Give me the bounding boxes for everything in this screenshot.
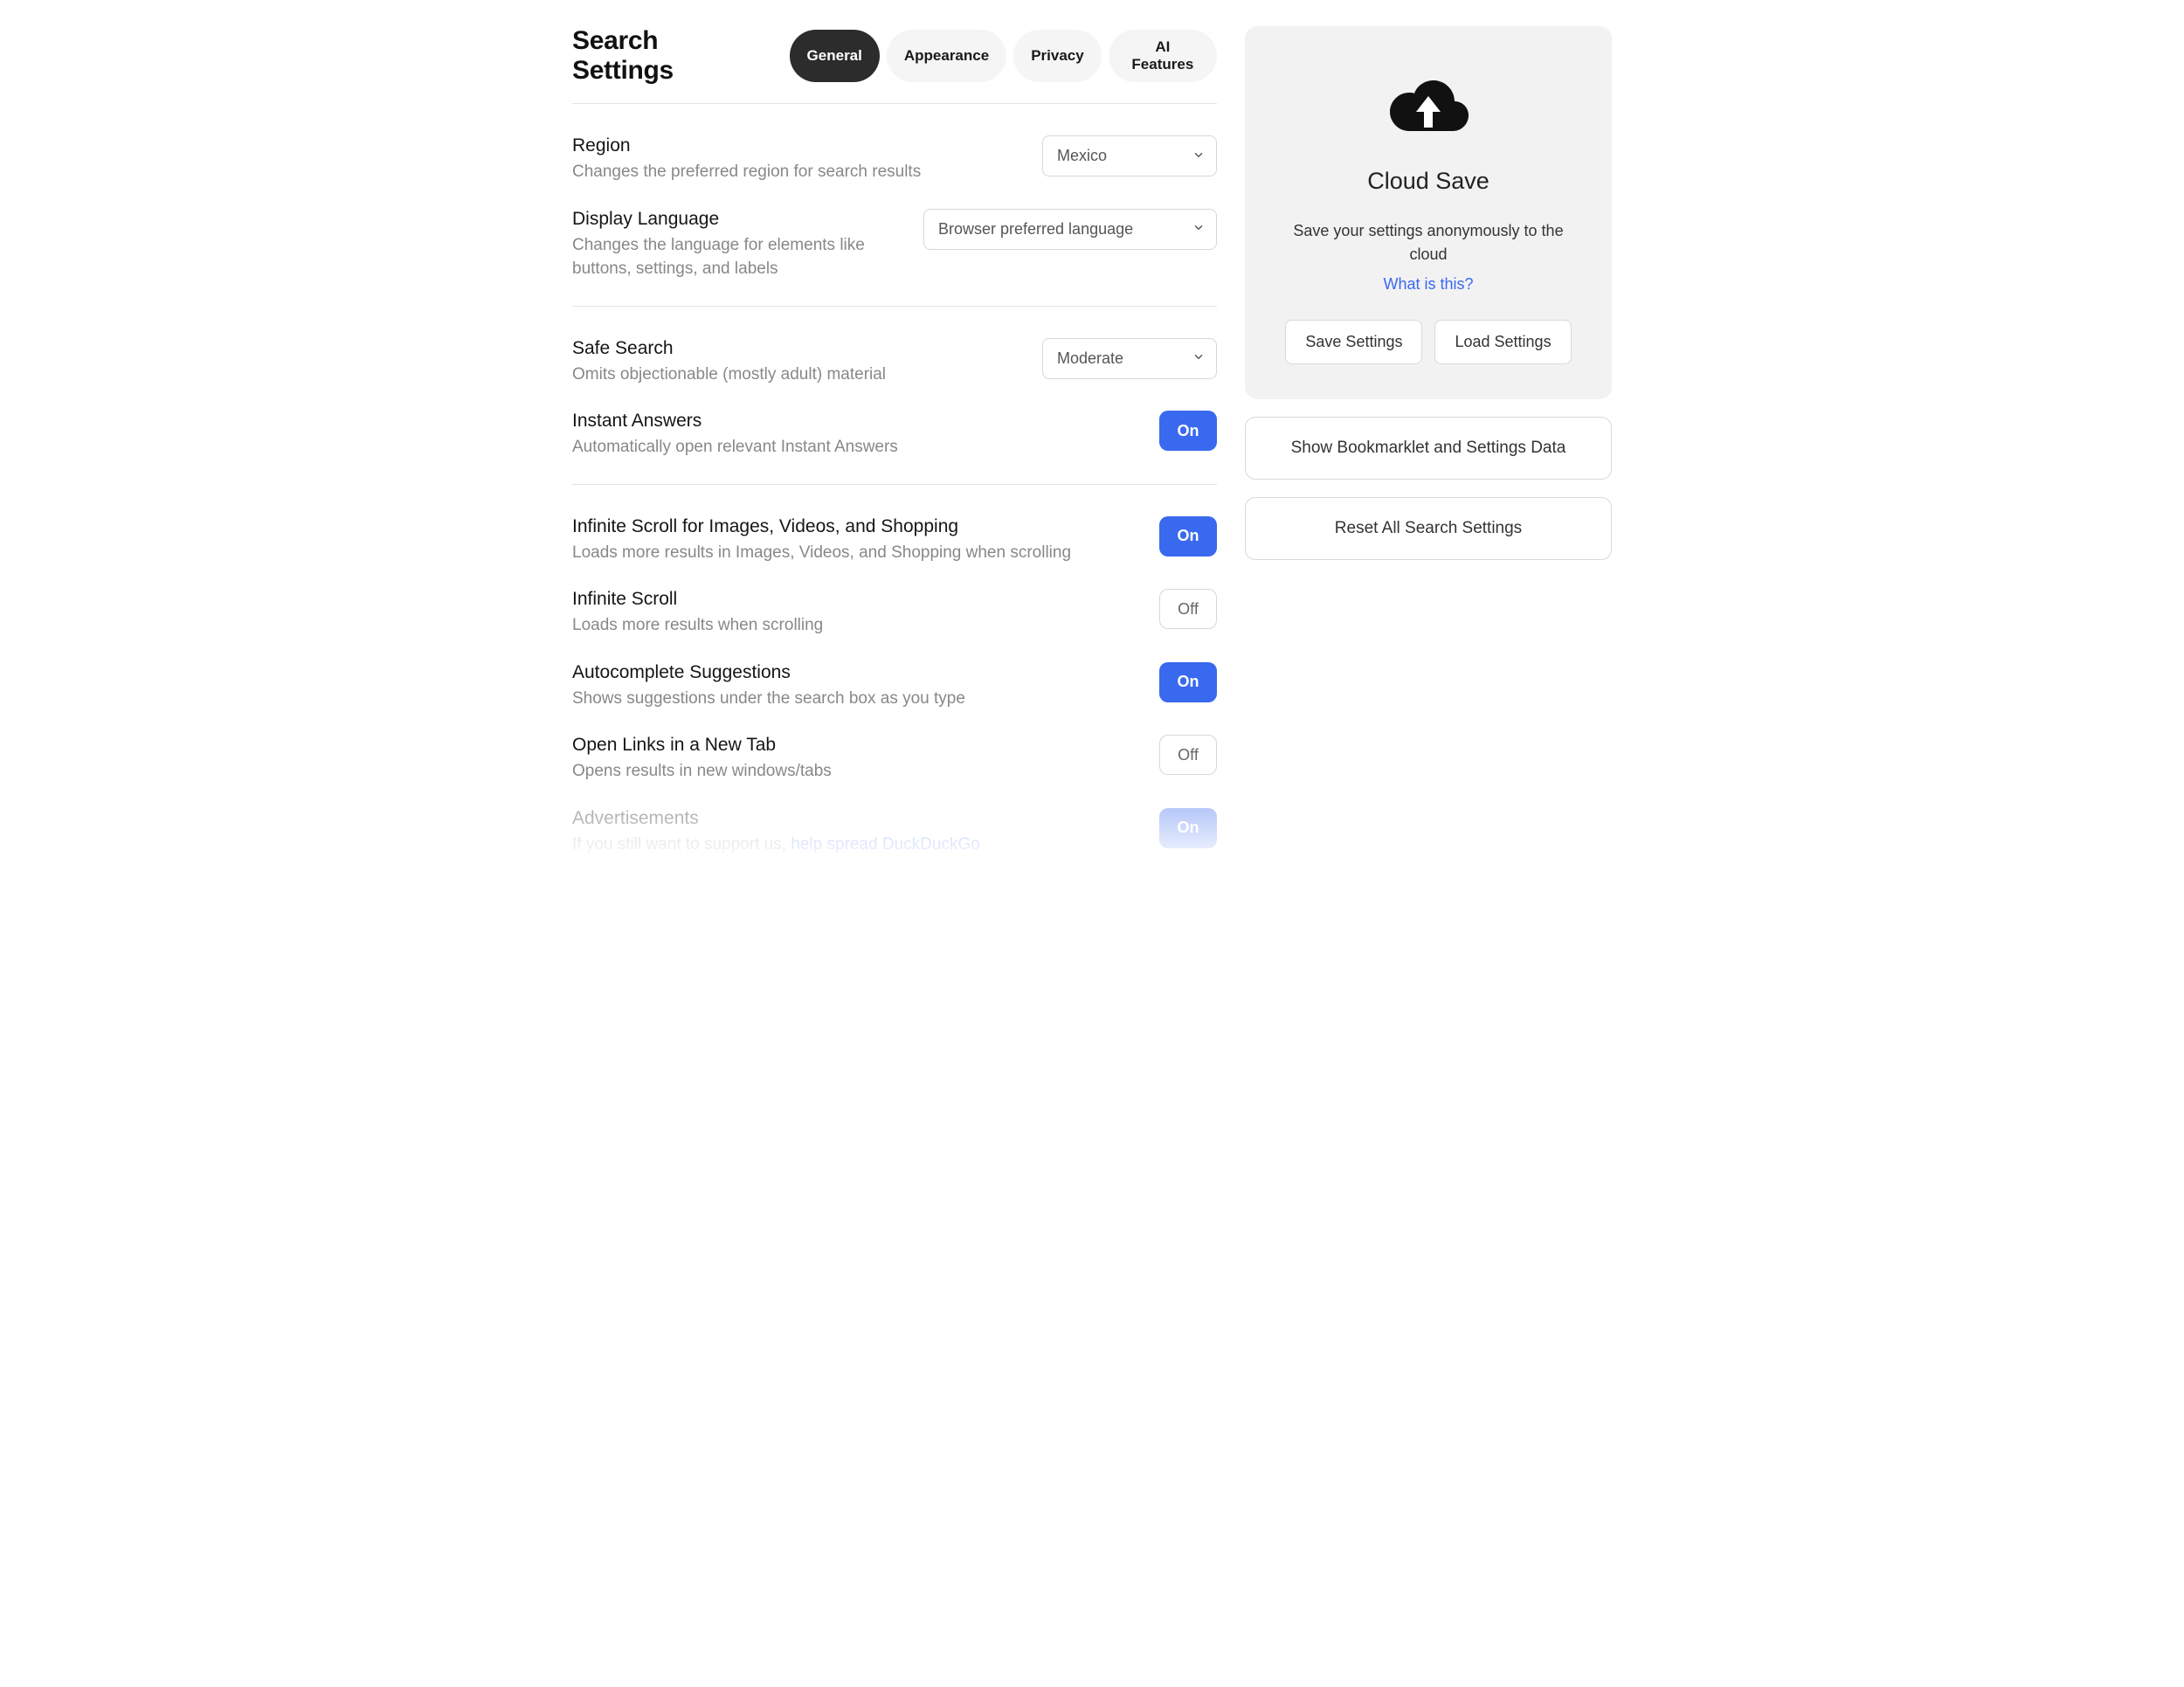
instant-answers-desc: Automatically open relevant Instant Answ… [572,435,1131,460]
display-language-label: Display Language [572,209,895,230]
advertisements-toggle[interactable]: On [1159,808,1217,848]
autocomplete-label: Autocomplete Suggestions [572,662,1131,683]
cloud-save-what-is-this-link[interactable]: What is this? [1383,275,1473,294]
open-new-tab-desc: Opens results in new windows/tabs [572,759,1131,784]
section-safesearch-instant: Safe Search Omits objectionable (mostly … [572,306,1217,484]
section-region-language: Region Changes the preferred region for … [572,103,1217,306]
reset-all-settings-button[interactable]: Reset All Search Settings [1245,497,1612,560]
tab-appearance[interactable]: Appearance [887,30,1006,82]
tab-ai-features[interactable]: AI Features [1109,30,1217,82]
show-bookmarklet-button[interactable]: Show Bookmarklet and Settings Data [1245,417,1612,480]
instant-answers-toggle[interactable]: On [1159,411,1217,451]
cloud-save-title: Cloud Save [1278,168,1579,195]
load-settings-button[interactable]: Load Settings [1434,320,1571,364]
advertisements-desc-text: If you still want to support us, [572,835,791,854]
instant-answers-label: Instant Answers [572,411,1131,432]
cloud-upload-icon [1278,75,1579,136]
autocomplete-toggle[interactable]: On [1159,662,1217,702]
region-select[interactable]: Mexico [1042,135,1217,176]
tab-privacy[interactable]: Privacy [1013,30,1102,82]
advertisements-label: Advertisements [572,808,1131,829]
safe-search-select[interactable]: Moderate [1042,338,1217,379]
region-label: Region [572,135,1014,156]
infinite-scroll-toggle[interactable]: Off [1159,589,1217,629]
open-new-tab-toggle[interactable]: Off [1159,735,1217,775]
infinite-scroll-media-label: Infinite Scroll for Images, Videos, and … [572,516,1131,537]
tabs: General Appearance Privacy AI Features [790,30,1217,82]
tab-general[interactable]: General [790,30,880,82]
section-misc: Infinite Scroll for Images, Videos, and … [572,484,1217,882]
advertisements-desc: If you still want to support us, help sp… [572,833,1131,857]
infinite-scroll-media-toggle[interactable]: On [1159,516,1217,557]
page-title: Search Settings [572,26,764,86]
help-spread-link[interactable]: help spread DuckDuckGo [791,835,980,854]
infinite-scroll-desc: Loads more results when scrolling [572,613,1131,638]
autocomplete-desc: Shows suggestions under the search box a… [572,687,1131,711]
infinite-scroll-label: Infinite Scroll [572,589,1131,610]
safe-search-label: Safe Search [572,338,1014,359]
open-new-tab-label: Open Links in a New Tab [572,735,1131,756]
save-settings-button[interactable]: Save Settings [1285,320,1422,364]
cloud-save-desc: Save your settings anonymously to the cl… [1278,219,1579,266]
safe-search-desc: Omits objectionable (mostly adult) mater… [572,363,1014,387]
display-language-select[interactable]: Browser preferred language [923,209,1217,250]
cloud-save-card: Cloud Save Save your settings anonymousl… [1245,26,1612,399]
infinite-scroll-media-desc: Loads more results in Images, Videos, an… [572,541,1131,565]
region-desc: Changes the preferred region for search … [572,160,1014,184]
display-language-desc: Changes the language for elements like b… [572,233,895,281]
